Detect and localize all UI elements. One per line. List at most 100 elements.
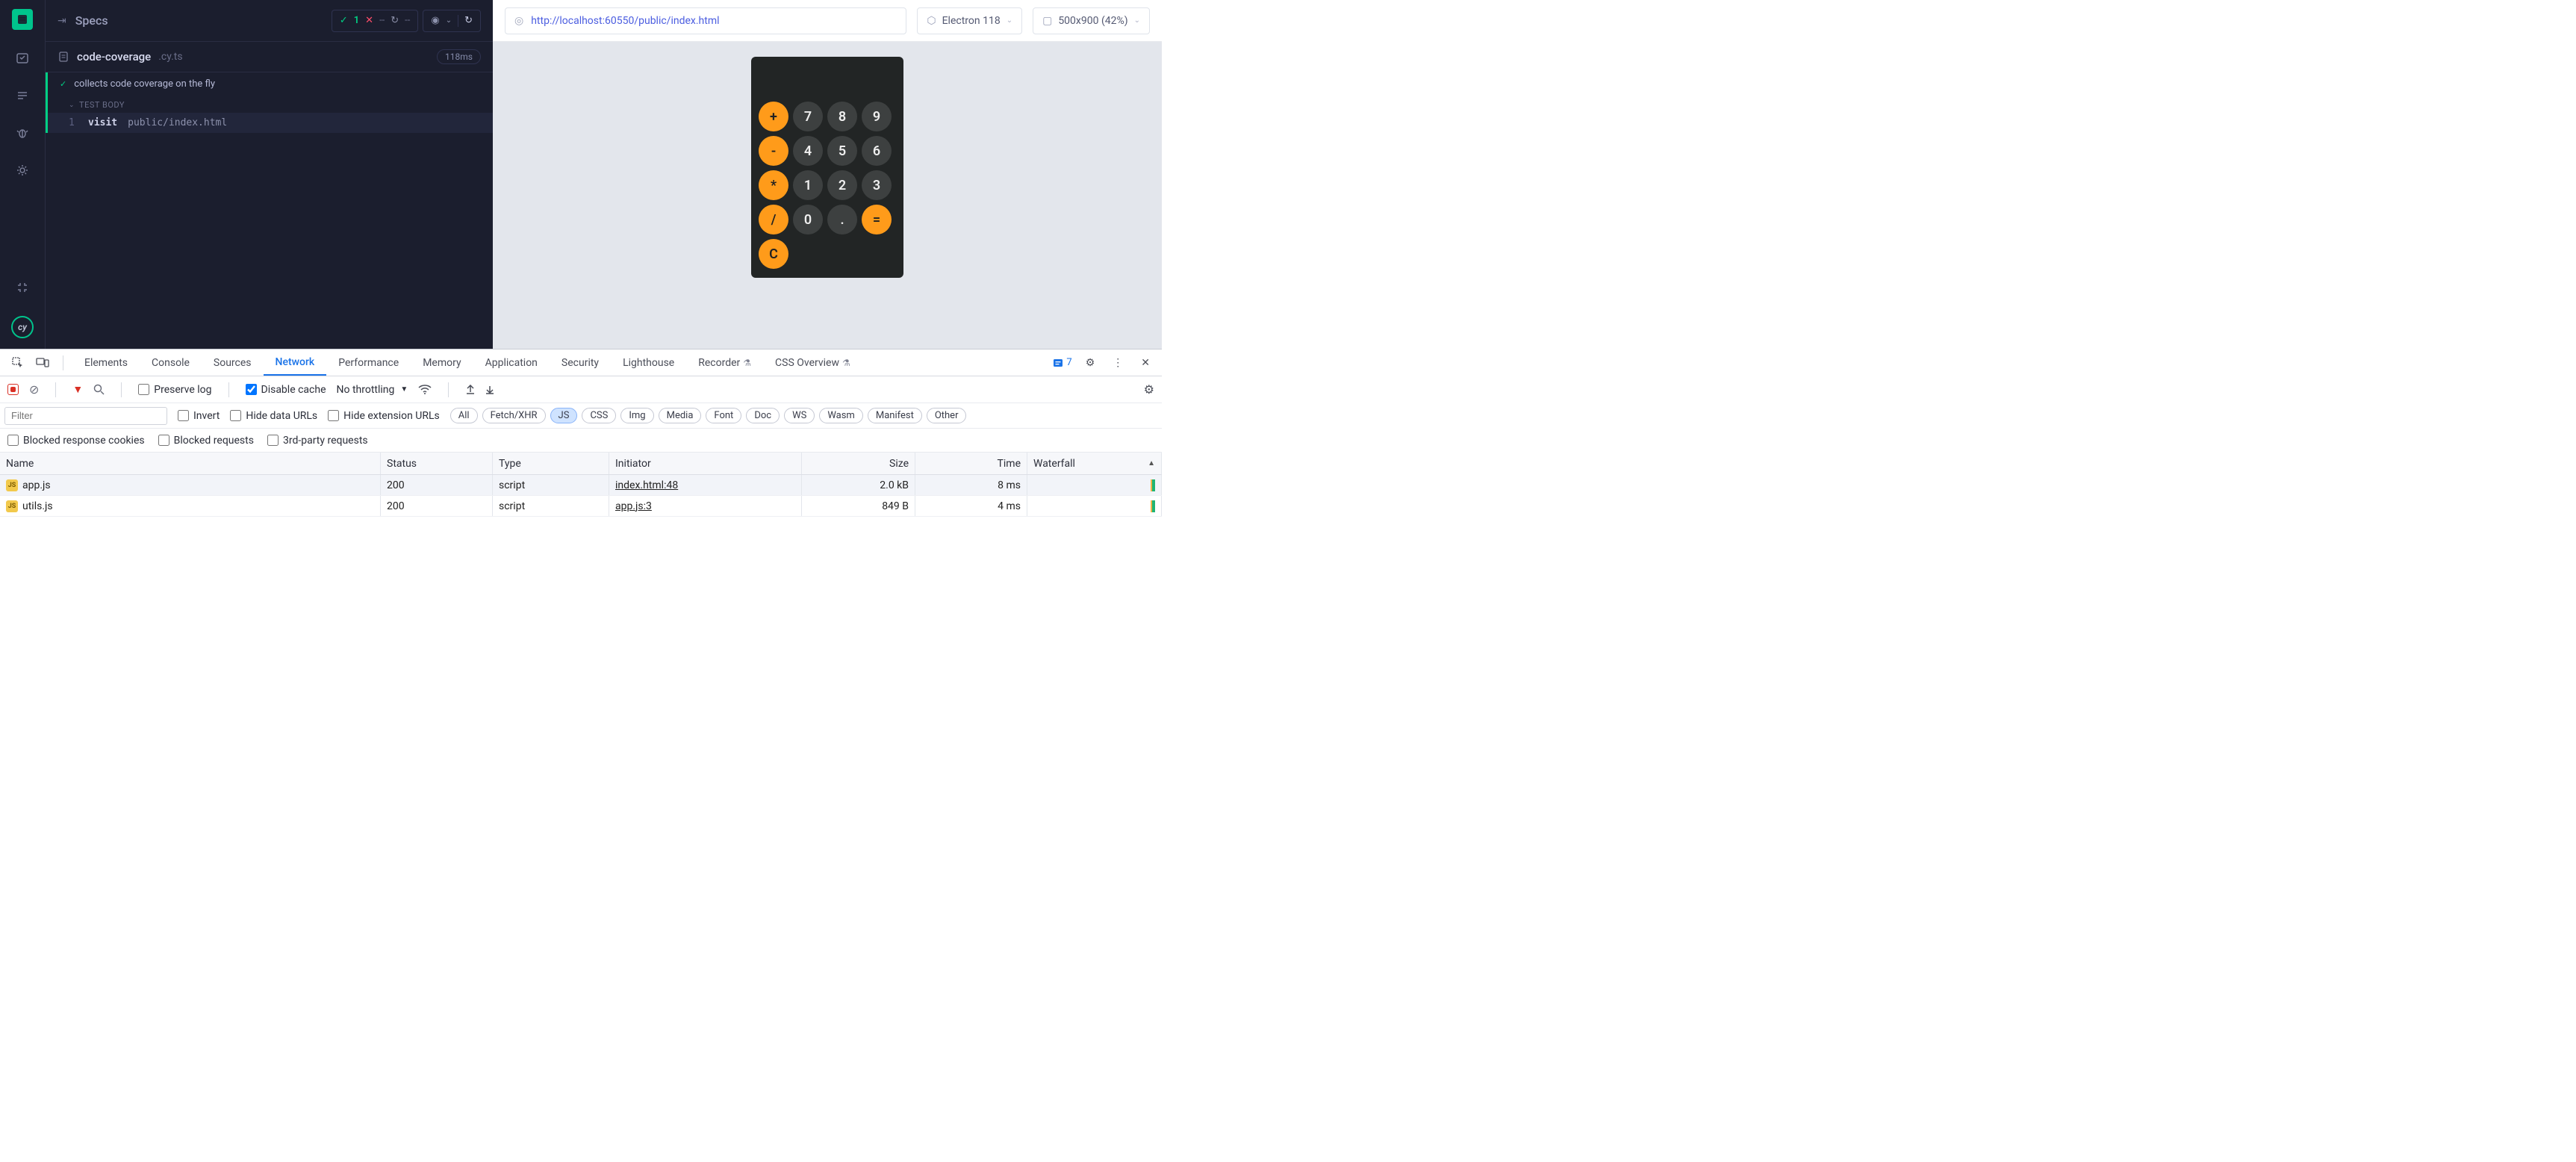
record-icon[interactable] [7,384,19,395]
search-icon[interactable] [93,384,105,395]
runs-nav-icon[interactable] [13,49,31,67]
tab-memory[interactable]: Memory [411,349,473,376]
calc-btn-2[interactable]: 2 [827,170,857,200]
inspect-icon[interactable] [7,357,28,369]
blocked-response-cookies-checkbox[interactable]: Blocked response cookies [7,435,145,447]
settings-nav-icon[interactable] [13,161,31,179]
fail-icon: ✕ [365,15,373,26]
calc-btn-0[interactable]: 0 [793,205,823,234]
expand-icon[interactable]: ⇥ [57,15,66,27]
calc-btn-9[interactable]: 9 [862,102,892,131]
command-row[interactable]: 1 visit public/index.html [48,113,493,133]
tab-css-overview[interactable]: CSS Overview⚗ [763,349,862,376]
viewport-selector[interactable]: ▢ 500x900 (42%) ⌄ [1033,7,1150,34]
hide-extension-urls-checkbox[interactable]: Hide extension URLs [328,410,440,422]
preserve-log-checkbox[interactable]: Preserve log [138,384,211,396]
keyboard-nav-icon[interactable] [13,279,31,296]
table-row[interactable]: JSutils.js200scriptapp.js:3849 B4 ms [0,496,1162,517]
col-size[interactable]: Size [802,453,915,474]
pill-js[interactable]: JS [550,408,578,423]
tab-lighthouse[interactable]: Lighthouse [611,349,686,376]
calc-btn-/[interactable]: / [759,205,788,234]
calc-btn-4[interactable]: 4 [793,136,823,166]
calc-btn-.[interactable]: . [827,205,857,234]
filter-icon[interactable]: ▼ [72,383,83,396]
table-header: Name Status Type Initiator Size Time Wat… [0,453,1162,475]
test-title-row[interactable]: ✓ collects code coverage on the fly [48,72,493,96]
throttling-select[interactable]: No throttling ▼ [337,384,408,396]
calc-btn--[interactable]: - [759,136,788,166]
pill-fetch-xhr[interactable]: Fetch/XHR [482,408,546,423]
col-name[interactable]: Name [0,453,381,474]
issues-badge[interactable]: 7 [1053,357,1071,368]
disable-cache-checkbox[interactable]: Disable cache [246,384,326,396]
wifi-icon[interactable] [418,385,432,395]
blocked-requests-checkbox[interactable]: Blocked requests [158,435,254,447]
calc-btn-C[interactable]: C [759,239,788,269]
pill-font[interactable]: Font [706,408,741,423]
tab-console[interactable]: Console [140,349,202,376]
col-time[interactable]: Time [915,453,1027,474]
tab-sources[interactable]: Sources [202,349,264,376]
pill-media[interactable]: Media [659,408,702,423]
close-icon[interactable]: ✕ [1136,357,1154,369]
viewport-icon: ▢ [1042,15,1052,27]
pill-doc[interactable]: Doc [746,408,780,423]
calc-btn-7[interactable]: 7 [793,102,823,131]
hide-data-urls-checkbox[interactable]: Hide data URLs [230,410,317,422]
tab-security[interactable]: Security [550,349,611,376]
specs-nav-icon[interactable] [12,9,33,30]
pill-ws[interactable]: WS [784,408,815,423]
pill-other[interactable]: Other [927,408,967,423]
tab-application[interactable]: Application [473,349,550,376]
more-icon[interactable]: ⋮ [1108,357,1127,369]
reload-icon[interactable]: ↻ [464,15,473,26]
tab-elements[interactable]: Elements [72,349,140,376]
calc-btn-8[interactable]: 8 [827,102,857,131]
initiator-link[interactable]: app.js:3 [615,500,652,512]
pill-all[interactable]: All [450,408,478,423]
tab-recorder[interactable]: Recorder⚗ [686,349,763,376]
col-type[interactable]: Type [493,453,609,474]
col-initiator[interactable]: Initiator [609,453,802,474]
download-icon[interactable] [485,385,495,395]
filter-input[interactable] [4,407,167,425]
col-waterfall[interactable]: Waterfall ▲ [1027,453,1162,474]
fail-count: -- [379,15,385,26]
app-under-test: +789 -456 *123 /0.= C [493,42,1162,349]
device-icon[interactable] [31,357,54,369]
table-row[interactable]: JSapp.js200scriptindex.html:482.0 kB8 ms [0,475,1162,496]
calc-btn-+[interactable]: + [759,102,788,131]
url-box[interactable]: ◎ http://localhost:60550/public/index.ht… [505,7,906,34]
calc-btn-5[interactable]: 5 [827,136,857,166]
upload-icon[interactable] [465,385,476,395]
calc-btn-1[interactable]: 1 [793,170,823,200]
initiator-link[interactable]: index.html:48 [615,479,678,491]
bug-nav-icon[interactable] [13,124,31,142]
pill-manifest[interactable]: Manifest [868,408,922,423]
browser-selector[interactable]: ⬡ Electron 118 ⌄ [917,7,1022,34]
pill-css[interactable]: CSS [582,408,616,423]
col-status[interactable]: Status [381,453,493,474]
tab-performance[interactable]: Performance [326,349,411,376]
pill-wasm[interactable]: Wasm [819,408,863,423]
calc-btn-=[interactable]: = [862,205,892,234]
test-body-label[interactable]: ⌄ TEST BODY [48,96,493,113]
preview-toolbar: ◎ http://localhost:60550/public/index.ht… [493,0,1162,42]
debug-nav-icon[interactable] [13,87,31,105]
pill-img[interactable]: Img [620,408,653,423]
invert-checkbox[interactable]: Invert [178,410,220,422]
3rd-party-requests-checkbox[interactable]: 3rd-party requests [267,435,368,447]
calc-btn-6[interactable]: 6 [862,136,892,166]
network-gear-icon[interactable]: ⚙ [1144,382,1154,397]
chevron-down-icon[interactable]: ⌄ [446,16,452,25]
target-icon[interactable]: ◎ [514,15,523,27]
pass-count: 1 [354,15,359,26]
eye-icon[interactable]: ◉ [431,15,439,26]
gear-icon[interactable]: ⚙ [1081,357,1100,369]
clear-icon[interactable]: ⊘ [29,382,39,397]
spec-row[interactable]: code-coverage .cy.ts 118ms [46,42,493,72]
calc-btn-*[interactable]: * [759,170,788,200]
tab-network[interactable]: Network [264,349,327,376]
calc-btn-3[interactable]: 3 [862,170,892,200]
